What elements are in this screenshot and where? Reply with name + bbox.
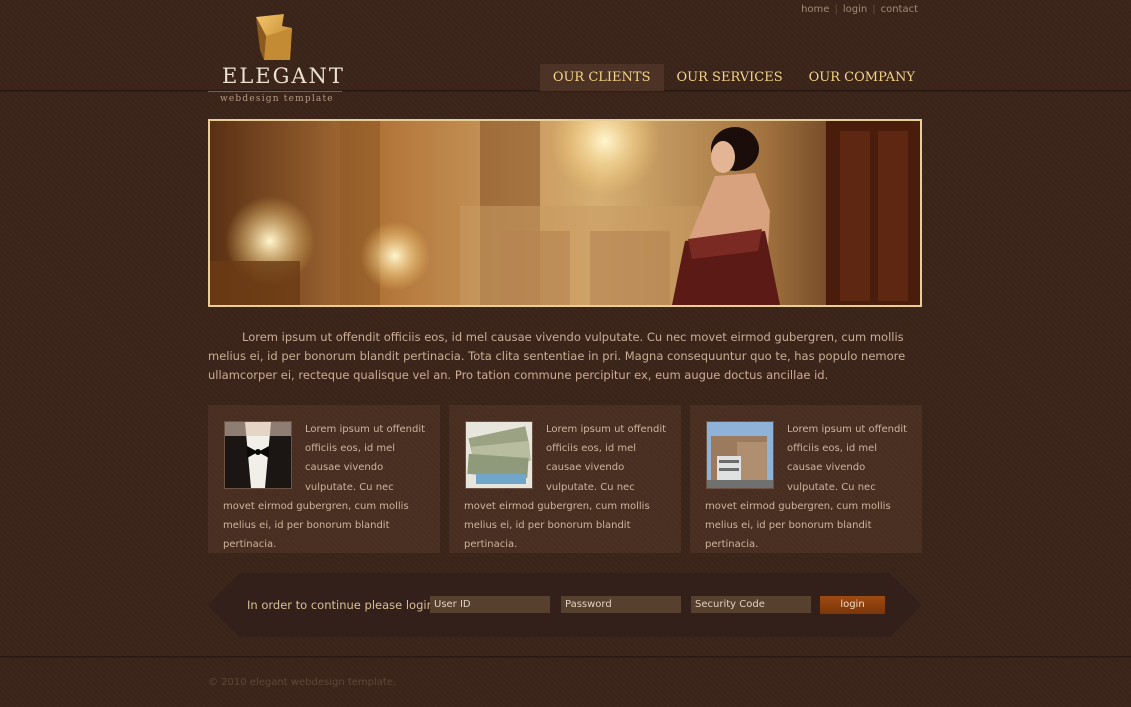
intro-paragraph: Lorem ipsum ut offendit officiis eos, id… xyxy=(208,330,906,382)
feature-box-3: Lorem ipsum ut offendit officiis eos, id… xyxy=(690,405,922,553)
banner-image xyxy=(210,121,920,305)
separator: | xyxy=(872,4,876,15)
nav-our-company[interactable]: OUR COMPANY xyxy=(796,64,928,91)
feature-text-3: Lorem ipsum ut offendit officiis eos, id… xyxy=(705,424,908,551)
user-id-input[interactable]: User ID xyxy=(430,596,550,613)
nav-our-services[interactable]: OUR SERVICES xyxy=(664,64,796,91)
feature-box-2: Lorem ipsum ut offendit officiis eos, id… xyxy=(449,405,681,553)
logo-title: ELEGANT xyxy=(222,64,345,88)
password-input[interactable]: Password xyxy=(561,596,681,613)
security-code-input[interactable]: Security Code xyxy=(691,596,811,613)
top-links: home | login | contact xyxy=(801,4,918,15)
logo-rule xyxy=(208,91,342,92)
separator: | xyxy=(834,4,838,15)
footer-divider xyxy=(0,656,1131,658)
login-link[interactable]: login xyxy=(843,4,867,15)
login-bar: In order to continue please login: User … xyxy=(208,573,922,637)
logo[interactable]: ELEGANT webdesign template xyxy=(208,14,348,109)
main-nav: OUR CLIENTS OUR SERVICES OUR COMPANY xyxy=(539,64,928,91)
home-link[interactable]: home xyxy=(801,4,829,15)
login-button[interactable]: login xyxy=(820,596,885,614)
hero-banner xyxy=(208,119,922,307)
feature-text-1: Lorem ipsum ut offendit officiis eos, id… xyxy=(223,424,426,551)
login-prompt: In order to continue please login: xyxy=(247,598,438,612)
logo-subtitle: webdesign template xyxy=(220,94,334,104)
nav-our-clients[interactable]: OUR CLIENTS xyxy=(539,64,664,91)
logo-icon xyxy=(256,14,292,60)
footer-copyright: © 2010 elegant webdesign template. xyxy=(208,677,397,688)
feature-box-1: Lorem ipsum ut offendit officiis eos, id… xyxy=(208,405,440,553)
feature-text-2: Lorem ipsum ut offendit officiis eos, id… xyxy=(464,424,667,551)
contact-link[interactable]: contact xyxy=(881,4,918,15)
